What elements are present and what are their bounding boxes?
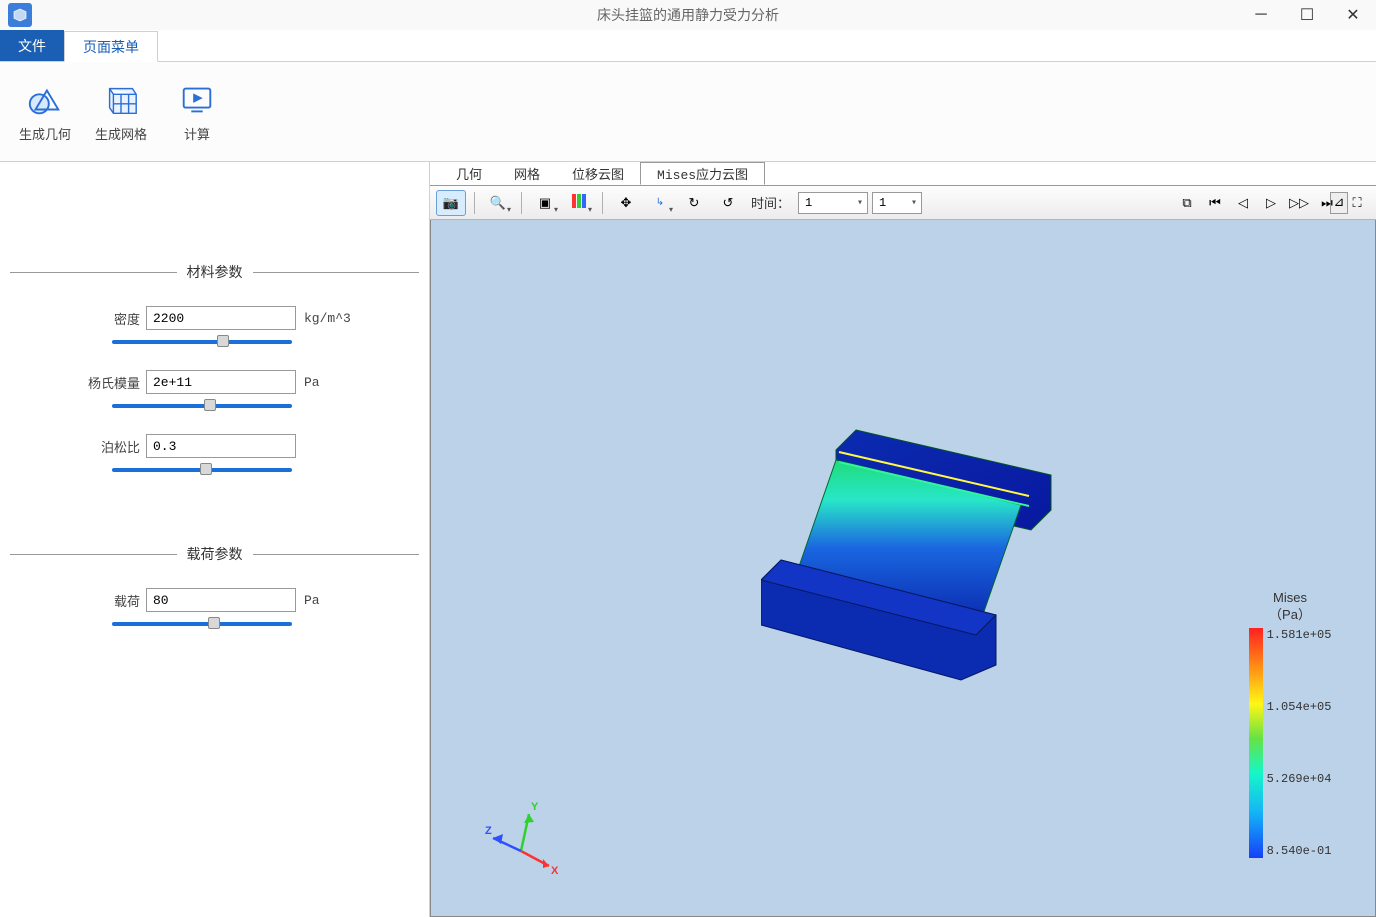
skip-back-icon: ⏮	[1209, 195, 1221, 211]
tab-file[interactable]: 文件	[0, 30, 64, 61]
color-legend: Mises （Pa） 1.581e+05 1.054e+05 5.269e+04…	[1245, 590, 1335, 858]
pan-button[interactable]: ✥	[611, 190, 641, 216]
tab-mises[interactable]: Mises应力云图	[640, 162, 765, 185]
density-input[interactable]	[146, 306, 296, 330]
minimize-button[interactable]: ─	[1238, 0, 1284, 30]
rotate-cw-button[interactable]: ↻	[679, 190, 709, 216]
time-combo[interactable]: 1	[798, 192, 868, 214]
parameter-sidebar: 材料参数 密度 kg/m^3 杨氏模量 Pa 泊松比 载荷参数 载荷 Pa	[0, 162, 430, 917]
rainbow-button[interactable]: ▾	[564, 190, 594, 216]
selection-button[interactable]: ▣▾	[530, 190, 560, 216]
record-button[interactable]: ⧉	[1174, 190, 1200, 216]
rotate-ccw-button[interactable]: ↺	[713, 190, 743, 216]
viewport-area: 几何 网格 位移云图 Mises应力云图 📷 🔍▾ ▣▾ ▾ ✥ ↳▾ ↻ ↺ …	[430, 162, 1376, 917]
step-forward-icon: ▷▷	[1289, 195, 1309, 211]
maximize-button[interactable]: ☐	[1284, 0, 1330, 30]
play-button[interactable]: ▷	[1258, 190, 1284, 216]
youngs-input[interactable]	[146, 370, 296, 394]
youngs-label: 杨氏模量	[80, 373, 140, 392]
time-label: 时间：	[751, 193, 790, 212]
rainbow-icon	[570, 192, 588, 213]
pan-icon: ✥	[621, 195, 632, 211]
skip-forward-icon: ⏭	[1321, 195, 1333, 211]
axis-triad: X Y Z	[481, 796, 561, 876]
rotate-ccw-icon: ↺	[723, 195, 734, 211]
generate-geometry-label: 生成几何	[19, 124, 71, 143]
title-bar: 床头挂篮的通用静力受力分析 ─ ☐ ✕	[0, 0, 1376, 30]
view-toolbar: 📷 🔍▾ ▣▾ ▾ ✥ ↳▾ ↻ ↺ 时间： 1 ⊿ 1 ⧉ ⏮ ◁	[430, 186, 1376, 220]
camera-icon: 📷	[443, 195, 459, 211]
record-icon: ⧉	[1182, 195, 1191, 211]
step-back-icon: ◁	[1238, 195, 1248, 211]
poisson-input[interactable]	[146, 434, 296, 458]
axis-button[interactable]: ↳▾	[645, 190, 675, 216]
tab-geometry[interactable]: 几何	[440, 162, 498, 185]
model-render	[761, 420, 1071, 700]
tab-mesh[interactable]: 网格	[498, 162, 556, 185]
youngs-slider[interactable]	[112, 404, 292, 408]
section-header-load: 载荷参数	[0, 544, 429, 564]
axis-icon: ↳	[656, 197, 664, 208]
fullscreen-icon: ⛶	[1352, 195, 1361, 211]
legend-tick: 1.054e+05	[1267, 700, 1332, 714]
fullscreen-button[interactable]: ⛶	[1342, 190, 1372, 216]
legend-tick: 1.581e+05	[1267, 628, 1332, 642]
rotate-cw-icon: ↻	[689, 195, 700, 211]
first-frame-button[interactable]: ⏮	[1202, 190, 1228, 216]
next-frame-button[interactable]: ▷▷	[1286, 190, 1312, 216]
load-slider[interactable]	[112, 622, 292, 626]
svg-text:X: X	[551, 865, 559, 876]
geometry-icon	[25, 80, 65, 120]
play-icon: ▷	[1266, 195, 1276, 211]
load-label: 载荷	[80, 591, 140, 610]
3d-viewport[interactable]: X Y Z Mises （Pa） 1.581e+05 1.054e+05 5.2…	[430, 220, 1376, 917]
svg-text:Z: Z	[485, 825, 492, 837]
load-unit: Pa	[304, 593, 320, 608]
density-slider[interactable]	[112, 340, 292, 344]
zoom-button[interactable]: 🔍▾	[483, 190, 513, 216]
legend-title: Mises	[1273, 590, 1307, 605]
svg-text:Y: Y	[531, 801, 539, 813]
snapshot-button[interactable]: 📷	[436, 190, 466, 216]
section-header-material: 材料参数	[0, 262, 429, 282]
prev-frame-button[interactable]: ◁	[1230, 190, 1256, 216]
compute-icon	[177, 80, 217, 120]
selection-icon: ▣	[539, 195, 551, 211]
tab-displacement[interactable]: 位移云图	[556, 162, 640, 185]
zoom-icon: 🔍	[490, 195, 506, 211]
youngs-unit: Pa	[304, 375, 320, 390]
generate-geometry-button[interactable]: 生成几何	[10, 67, 80, 157]
frame-combo[interactable]: 1	[872, 192, 922, 214]
ribbon-tabs: 文件 页面菜单	[0, 30, 1376, 62]
load-input[interactable]	[146, 588, 296, 612]
generate-mesh-label: 生成网格	[95, 124, 147, 143]
density-label: 密度	[80, 309, 140, 328]
poisson-slider[interactable]	[112, 468, 292, 472]
legend-unit: （Pa）	[1269, 607, 1311, 622]
compute-label: 计算	[184, 124, 210, 143]
mesh-icon	[101, 80, 141, 120]
compute-button[interactable]: 计算	[162, 67, 232, 157]
tab-page-menu[interactable]: 页面菜单	[64, 31, 158, 62]
legend-tick: 8.540e-01	[1267, 844, 1332, 858]
legend-bar	[1249, 628, 1263, 858]
last-frame-button[interactable]: ⏭	[1314, 190, 1340, 216]
window-title: 床头挂篮的通用静力受力分析	[597, 5, 779, 25]
view-tabs: 几何 网格 位移云图 Mises应力云图	[430, 162, 1376, 186]
generate-mesh-button[interactable]: 生成网格	[86, 67, 156, 157]
density-unit: kg/m^3	[304, 311, 351, 326]
legend-tick: 5.269e+04	[1267, 772, 1332, 786]
close-button[interactable]: ✕	[1330, 0, 1376, 30]
ribbon-toolbar: 生成几何 生成网格 计算	[0, 62, 1376, 162]
app-logo-icon	[8, 3, 32, 27]
poisson-label: 泊松比	[80, 437, 140, 456]
